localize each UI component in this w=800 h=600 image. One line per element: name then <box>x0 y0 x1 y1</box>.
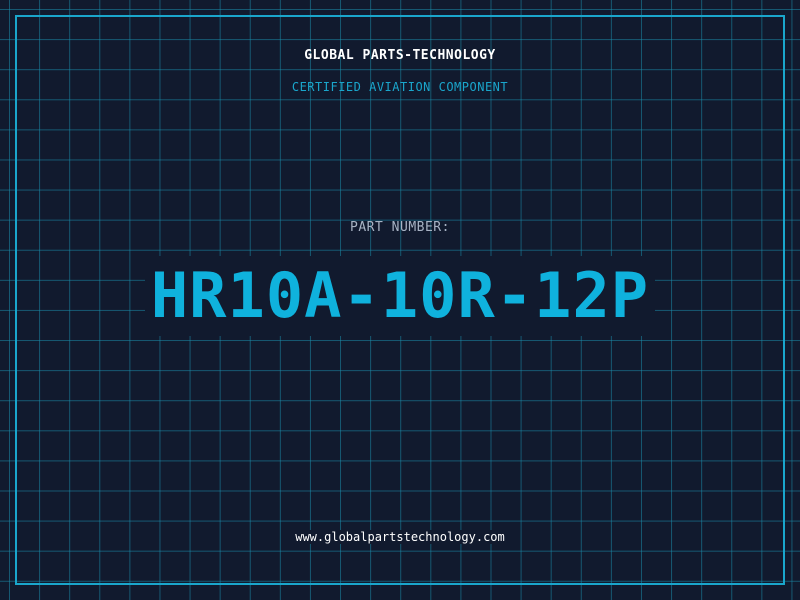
certification-subtitle: CERTIFIED AVIATION COMPONENT <box>291 80 509 94</box>
company-name: GLOBAL PARTS-TECHNOLOGY <box>304 48 496 63</box>
part-number-label: PART NUMBER: <box>350 220 450 235</box>
part-number-value: HR10A-10R-12P <box>144 256 656 336</box>
website-link[interactable]: www.globalpartstechnology.com <box>293 530 507 544</box>
part-number-container: HR10A-10R-12P <box>0 256 800 336</box>
blueprint-canvas: GLOBAL PARTS-TECHNOLOGY CERTIFIED AVIATI… <box>0 0 800 600</box>
website-footer: www.globalpartstechnology.com <box>0 530 800 544</box>
